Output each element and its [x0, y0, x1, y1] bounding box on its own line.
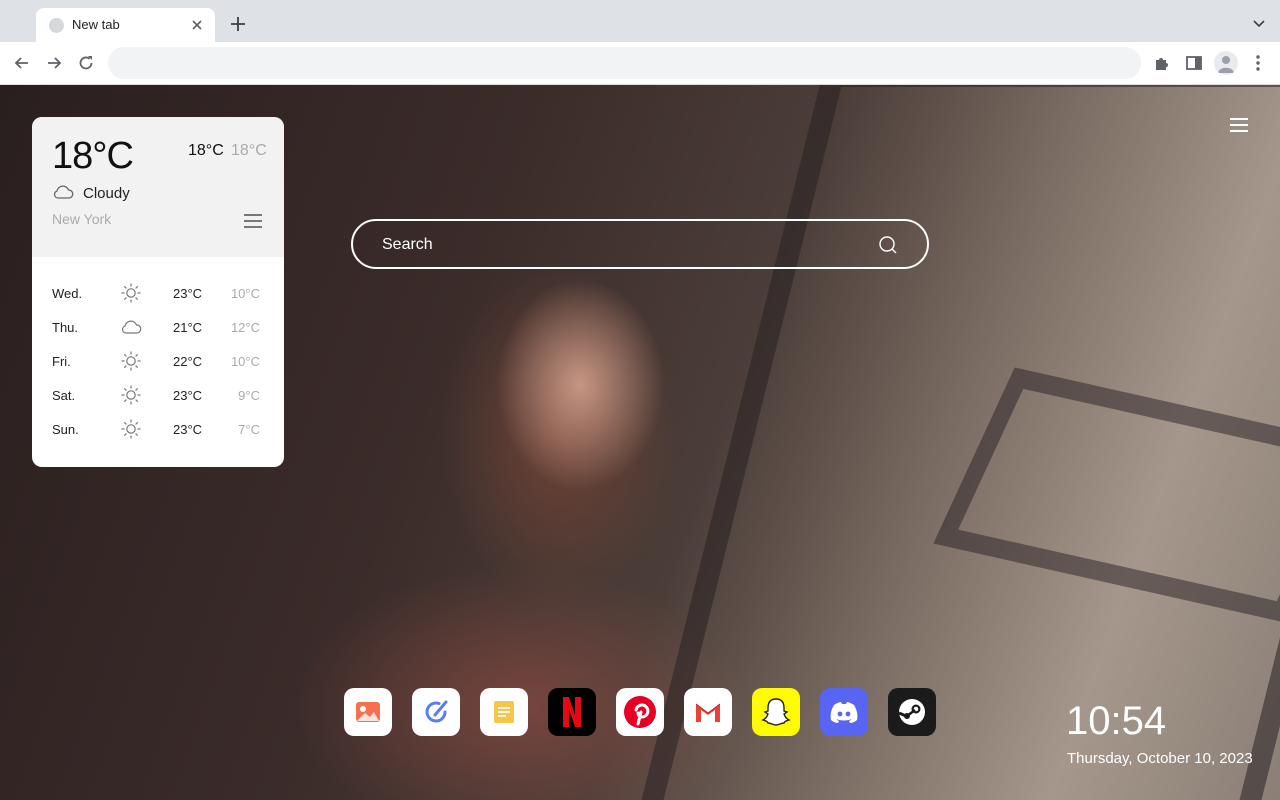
today-high: 18°C	[188, 142, 224, 159]
cloud-icon	[121, 320, 142, 334]
shortcut-edit[interactable]	[412, 688, 460, 736]
netflix-icon	[563, 697, 581, 727]
shortcut-notes[interactable]	[480, 688, 528, 736]
forecast-low: 9°C	[238, 388, 260, 403]
tab-close-icon[interactable]	[189, 17, 205, 33]
forecast-day: Sun.	[52, 422, 79, 437]
search-input[interactable]	[382, 233, 862, 257]
forecast-row: Sat. 23°C 9°C	[32, 379, 284, 413]
clock-date: Thursday, October 10, 2023	[1067, 750, 1253, 767]
notes-icon	[494, 701, 514, 723]
sun-icon	[121, 283, 141, 303]
steam-icon	[898, 699, 925, 725]
new-tab-button[interactable]	[229, 15, 247, 33]
sun-icon	[121, 385, 141, 405]
forecast-high: 21°C	[173, 320, 203, 335]
cloud-icon	[53, 185, 74, 199]
forecast-high: 22°C	[173, 354, 203, 369]
address-bar[interactable]	[108, 47, 1141, 79]
current-temperature: 18°C	[52, 135, 134, 177]
search-icon[interactable]	[878, 235, 898, 255]
forecast-row: Sun. 23°C 7°C	[32, 413, 284, 447]
clock-time: 10:54	[1066, 699, 1167, 743]
forecast-low: 10°C	[230, 354, 260, 369]
forecast-low: 12°C	[230, 320, 260, 335]
person-icon	[1218, 56, 1234, 73]
weather-widget: 18°C 18°C 18°C Cloudy New York Wed. 23°C…	[32, 117, 284, 467]
tab-favicon-icon	[49, 18, 64, 33]
shortcut-steam[interactable]	[888, 688, 936, 736]
weather-city[interactable]: New York	[52, 211, 111, 227]
tab-search-chevron-icon[interactable]	[1252, 17, 1266, 31]
shortcut-gallery[interactable]	[344, 688, 392, 736]
weather-condition: Cloudy	[83, 185, 130, 202]
discord-icon	[830, 702, 858, 723]
forecast-row: Fri. 22°C 10°C	[32, 345, 284, 379]
shortcut-snapchat[interactable]	[752, 688, 800, 736]
browser-toolbar	[0, 42, 1280, 85]
image-icon	[356, 702, 380, 722]
snapchat-icon	[761, 698, 791, 726]
gmail-icon	[695, 703, 721, 722]
pencil-circle-icon	[425, 700, 448, 723]
side-panel-icon[interactable]	[1184, 53, 1204, 73]
profile-avatar[interactable]	[1214, 51, 1238, 75]
forecast-list: Wed. 23°C 10°C Thu. 21°C 12°C Fri. 22°C …	[32, 277, 284, 447]
forecast-high: 23°C	[173, 422, 203, 437]
tab-strip: New tab	[0, 0, 1280, 42]
search-box	[351, 219, 929, 269]
new-tab-page: 18°C 18°C 18°C Cloudy New York Wed. 23°C…	[0, 85, 1280, 800]
shortcut-pinterest[interactable]	[616, 688, 664, 736]
forecast-low: 10°C	[230, 286, 260, 301]
shortcut-discord[interactable]	[820, 688, 868, 736]
forecast-row: Thu. 21°C 12°C	[32, 311, 284, 345]
forecast-low: 7°C	[238, 422, 260, 437]
reload-icon[interactable]	[76, 53, 96, 73]
sun-icon	[121, 351, 141, 371]
pinterest-icon	[624, 696, 656, 728]
weather-menu-icon[interactable]	[244, 214, 262, 228]
forecast-day: Wed.	[52, 286, 83, 301]
forward-icon[interactable]	[44, 53, 64, 73]
forecast-day: Thu.	[52, 320, 79, 335]
page-menu-icon[interactable]	[1230, 118, 1248, 132]
shortcut-gmail[interactable]	[684, 688, 732, 736]
tab-title: New tab	[72, 17, 120, 32]
shortcut-netflix[interactable]	[548, 688, 596, 736]
weather-current: 18°C 18°C 18°C Cloudy New York	[32, 117, 284, 257]
extensions-icon[interactable]	[1152, 53, 1172, 73]
forecast-high: 23°C	[173, 388, 203, 403]
forecast-day: Sat.	[52, 388, 76, 403]
forecast-day: Fri.	[52, 354, 71, 369]
forecast-high: 23°C	[173, 286, 203, 301]
forecast-row: Wed. 23°C 10°C	[32, 277, 284, 311]
sun-icon	[121, 419, 141, 439]
tab-new-tab[interactable]: New tab	[36, 8, 215, 42]
today-low: 18°C	[231, 142, 267, 159]
back-icon[interactable]	[12, 53, 32, 73]
more-menu-icon[interactable]	[1248, 53, 1268, 73]
